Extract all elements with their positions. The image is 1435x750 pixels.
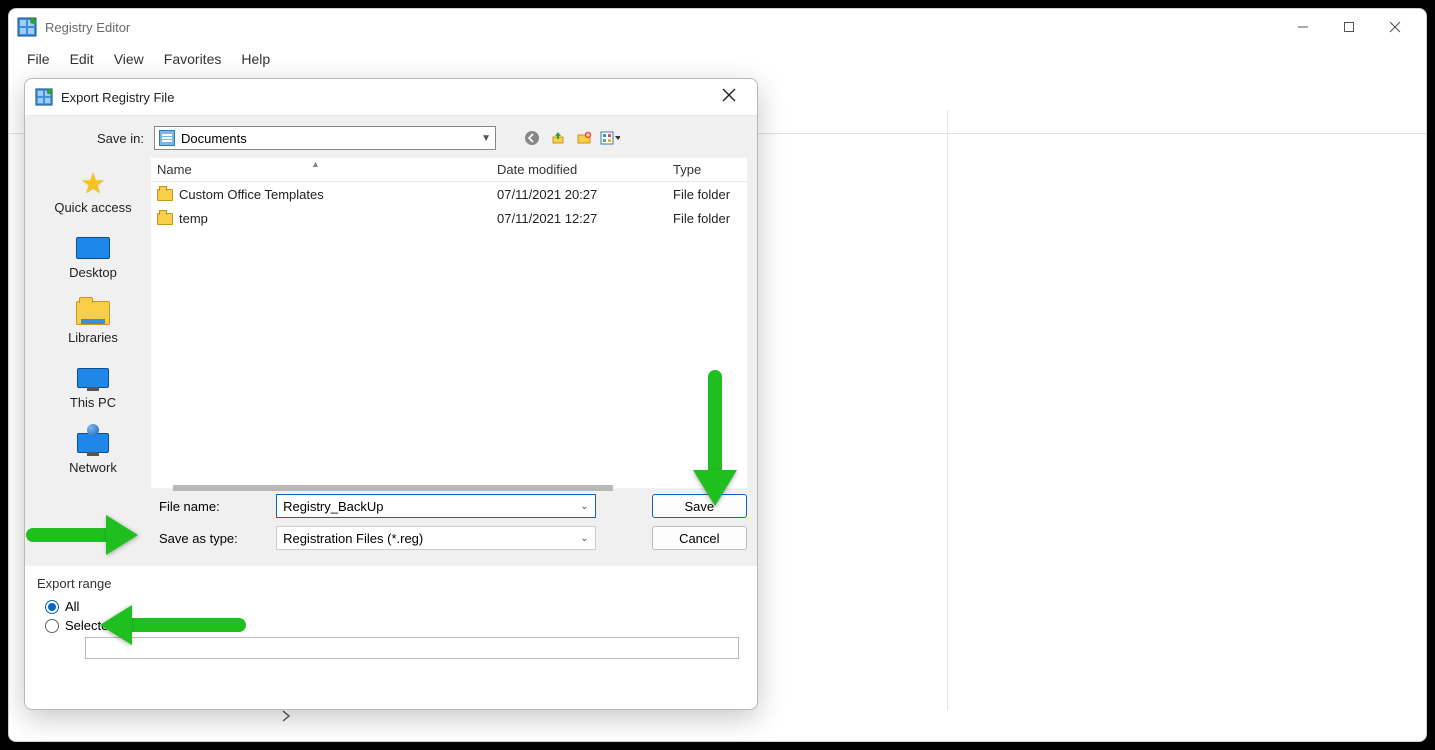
menu-help[interactable]: Help xyxy=(233,47,278,71)
dialog-close-button[interactable] xyxy=(713,88,745,107)
dialog-title: Export Registry File xyxy=(61,90,713,105)
column-date[interactable]: Date modified xyxy=(491,162,667,177)
menu-edit[interactable]: Edit xyxy=(62,47,102,71)
maximize-button[interactable] xyxy=(1326,11,1372,43)
place-label: Quick access xyxy=(54,200,131,215)
annotation-arrow-save xyxy=(693,370,737,506)
back-icon[interactable] xyxy=(522,128,542,148)
chevron-down-icon[interactable]: ⌄ xyxy=(580,501,588,512)
titlebar: Registry Editor xyxy=(9,9,1426,45)
place-label: Network xyxy=(69,460,117,475)
new-folder-icon[interactable] xyxy=(574,128,594,148)
place-label: Libraries xyxy=(68,330,118,345)
menubar: File Edit View Favorites Help xyxy=(9,45,1426,77)
pane-separator[interactable] xyxy=(947,110,948,710)
network-icon xyxy=(74,428,112,458)
file-name-label: File name: xyxy=(159,499,264,514)
window-title: Registry Editor xyxy=(45,20,1280,35)
save-as-type-combo[interactable]: Registration Files (*.reg) ⌄ xyxy=(276,526,596,550)
star-icon: ★ xyxy=(74,168,112,198)
menu-favorites[interactable]: Favorites xyxy=(156,47,230,71)
places-bar: ★ Quick access Desktop Libraries This PC xyxy=(35,158,151,488)
close-button[interactable] xyxy=(1372,11,1418,43)
file-list-header: Name▲ Date modified Type xyxy=(151,158,747,182)
menu-view[interactable]: View xyxy=(106,47,152,71)
libraries-icon xyxy=(74,298,112,328)
radio-icon xyxy=(45,600,59,614)
file-list[interactable]: Name▲ Date modified Type Custom Office T… xyxy=(151,158,747,488)
horizontal-scrollbar[interactable] xyxy=(173,485,613,491)
file-name-input[interactable]: ⌄ xyxy=(276,494,596,518)
chevron-down-icon[interactable]: ⌄ xyxy=(580,533,588,544)
list-item[interactable]: Custom Office Templates 07/11/2021 20:27… xyxy=(151,182,747,206)
file-name-field[interactable] xyxy=(283,499,580,514)
save-as-type-label: Save as type: xyxy=(159,531,264,546)
save-in-value: Documents xyxy=(181,131,481,146)
place-desktop[interactable]: Desktop xyxy=(35,229,151,284)
place-label: Desktop xyxy=(69,265,117,280)
sort-indicator-icon: ▲ xyxy=(311,159,320,169)
place-libraries[interactable]: Libraries xyxy=(35,294,151,349)
this-pc-icon xyxy=(74,363,112,393)
place-this-pc[interactable]: This PC xyxy=(35,359,151,414)
annotation-arrow-filename xyxy=(26,515,138,555)
cancel-button[interactable]: Cancel xyxy=(652,526,747,550)
desktop-icon xyxy=(74,233,112,263)
chevron-down-icon: ▼ xyxy=(481,133,491,144)
menu-file[interactable]: File xyxy=(19,47,58,71)
list-item[interactable]: temp 07/11/2021 12:27 File folder xyxy=(151,206,747,230)
column-type[interactable]: Type xyxy=(667,162,747,177)
place-quick-access[interactable]: ★ Quick access xyxy=(35,164,151,219)
save-in-label: Save in: xyxy=(97,131,144,146)
regedit-icon xyxy=(35,88,53,106)
dialog-titlebar: Export Registry File xyxy=(25,79,757,115)
save-in-combo[interactable]: Documents ▼ xyxy=(154,126,496,150)
minimize-button[interactable] xyxy=(1280,11,1326,43)
column-name[interactable]: Name▲ xyxy=(151,162,491,177)
documents-icon xyxy=(159,130,175,146)
tree-expand-icon[interactable] xyxy=(279,709,297,727)
place-network[interactable]: Network xyxy=(35,424,151,479)
radio-icon xyxy=(45,619,59,633)
folder-icon xyxy=(157,213,173,225)
up-one-level-icon[interactable] xyxy=(548,128,568,148)
regedit-icon xyxy=(17,17,37,37)
place-label: This PC xyxy=(70,395,116,410)
export-range-title: Export range xyxy=(37,576,745,591)
folder-icon xyxy=(157,189,173,201)
view-menu-icon[interactable] xyxy=(600,128,620,148)
annotation-arrow-all xyxy=(100,605,246,645)
